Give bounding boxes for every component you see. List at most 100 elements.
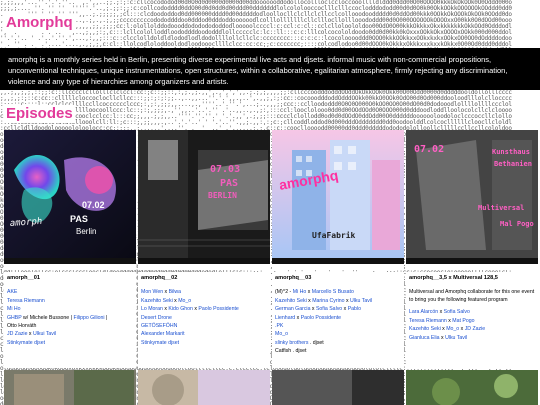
lineup-row: JD Zazie x Ulkui Tavil xyxy=(7,330,133,338)
artist-link[interactable]: Mo_o xyxy=(275,331,288,337)
episode-02-title[interactable]: amorphq__02 xyxy=(141,274,267,282)
artist-link[interactable]: Stinkymate djset xyxy=(141,340,179,346)
artist-link[interactable]: slinky brothers xyxy=(275,340,308,346)
lineup-row: Kazehito Seki x Marina Cyrino x Ulku Tav… xyxy=(275,297,401,305)
artist-link[interactable]: Mo_o xyxy=(446,326,459,332)
artist-link[interactable]: Alexander Markarit xyxy=(141,331,185,337)
episode-card-02[interactable]: 07.03 PAS BERLIN xyxy=(138,130,270,270)
artist-link[interactable]: Sofia Salvo xyxy=(316,306,342,312)
artist-link[interactable]: Filippo Gilioni xyxy=(73,315,104,321)
episode-07-artwork xyxy=(272,370,404,405)
artist-link[interactable]: Teresa Riemann xyxy=(7,298,45,304)
lineup-row: Teresa Riemann xyxy=(7,297,133,305)
artist-link[interactable]: Bilwa xyxy=(169,289,181,295)
episode-card-03[interactable]: amorphq UfaFabrik xyxy=(272,130,404,270)
episode-04-image[interactable]: 07.02 Kunsthaus Bethanien Multiversal Ma… xyxy=(406,130,538,258)
lineup-row: Desert Drone xyxy=(141,314,267,322)
ep1-date-text: 07.02 xyxy=(82,200,105,210)
artist-link[interactable]: Ulkui Tavil xyxy=(33,331,56,337)
ep1-city-text: Berlin xyxy=(76,227,96,236)
artist-link[interactable]: Paolo Possidente xyxy=(301,315,341,321)
episode-06-image[interactable] xyxy=(138,370,270,405)
artist-link[interactable]: Mon Wen xyxy=(141,289,163,295)
artist-link[interactable]: Kazehito Seki xyxy=(275,298,307,304)
artist-link[interactable]: Desert Drone xyxy=(141,315,172,321)
lineup-row: Lo Moran x Kido Ghon x Paolo Possidente xyxy=(141,305,267,313)
episode-02-image[interactable]: 07.03 PAS BERLIN xyxy=(138,130,270,258)
lineup-row: Lara Alarcón x Sofia Salvo xyxy=(409,308,535,316)
lineup-text: Catfish . djset xyxy=(275,348,307,355)
artist-link[interactable]: Mi Ho xyxy=(7,306,21,312)
episode-01-title[interactable]: amorph__01 xyxy=(7,274,133,282)
lineup-row: Kazehito Seki x Mo_o x JD Zazie xyxy=(409,325,535,333)
lineup-row: GHBP w/ Michele Bussone | Filippo Gilion… xyxy=(7,314,133,322)
artist-link[interactable]: Lara Alarcón xyxy=(409,309,438,315)
episode-04-title[interactable]: amorphq__3,5 x Multiversal 128,5 xyxy=(409,274,535,282)
artist-link[interactable]: JD Zazie xyxy=(465,326,485,332)
lineup-row: slinky brothers . djset xyxy=(275,339,401,347)
ep4-venue-text: Kunsthaus xyxy=(492,148,530,156)
artist-link[interactable]: Mat Pogo xyxy=(452,318,474,324)
ep4-venue2-text: Bethanien xyxy=(494,160,532,168)
artist-link[interactable]: Ulku Tavil xyxy=(445,335,467,341)
artist-link[interactable]: Kazehito Seki xyxy=(409,326,441,332)
artist-link[interactable]: Ulku Tavil xyxy=(350,298,372,304)
episode-03-title[interactable]: amorphq__03 xyxy=(275,274,401,282)
episode-01-artwork: 07.02 PAS Berlin amorph xyxy=(4,130,136,258)
lineup-row: German Garcia x Sofia Salvo x Pablo xyxy=(275,305,401,313)
lineup-text: Otto Horváth xyxy=(7,323,37,330)
site-title[interactable]: Amorphq xyxy=(4,14,75,32)
episode-08-image[interactable] xyxy=(406,370,538,405)
artist-link[interactable]: Mo_o xyxy=(178,298,191,304)
ep2-venue-text: PAS xyxy=(220,178,238,189)
artist-link[interactable]: Lo Moran xyxy=(141,306,163,312)
episode-03-image[interactable]: amorphq UfaFabrik xyxy=(272,130,404,258)
lineup-row: Teresa Riemann x Mat Pogo xyxy=(409,317,535,325)
artist-link[interactable]: Pablo xyxy=(348,306,361,312)
ep1-venue-text: PAS xyxy=(70,214,88,224)
artist-link[interactable]: Lienhard xyxy=(275,315,295,321)
episode-card-04[interactable]: 07.02 Kunsthaus Bethanien Multiversal Ma… xyxy=(406,130,538,270)
artist-link[interactable]: Mi Ho xyxy=(293,289,307,295)
episode-01-image[interactable]: 07.02 PAS Berlin amorph xyxy=(4,130,136,258)
lineup-row: Mo_o xyxy=(275,330,401,338)
artist-link[interactable]: Kazehito Seki xyxy=(141,298,173,304)
lineup-text: | xyxy=(104,314,108,321)
artist-link[interactable]: Paolo Possidente xyxy=(198,306,238,312)
artist-link[interactable]: Gianluca Elia xyxy=(409,335,440,341)
artist-link[interactable]: German Garcia xyxy=(275,306,310,312)
episode-card-01[interactable]: 07.02 PAS Berlin amorph xyxy=(4,130,136,270)
episode-02-artwork: 07.03 PAS BERLIN xyxy=(138,130,270,258)
ep4-date-text: 07.02 xyxy=(414,144,444,155)
artist-link[interactable]: Marina Cyrino xyxy=(312,298,344,304)
artist-link[interactable]: JD Zazie xyxy=(7,331,27,337)
episode-05-image[interactable] xyxy=(4,370,136,405)
about-text: amorphq is a monthly series held in Berl… xyxy=(8,55,508,86)
artist-link[interactable]: GHBP xyxy=(7,315,22,321)
lineup-row: Lienhard x Paolo Possidente xyxy=(275,314,401,322)
ep4-collab-text: Multiversal xyxy=(478,204,524,212)
artist-link[interactable]: Kido Ghon xyxy=(168,306,193,312)
episode-04-description: Multiversal and Amorphq collaborate for … xyxy=(409,289,535,304)
lineup-row: AKE xyxy=(7,288,133,296)
lineup-text: w/ xyxy=(21,314,30,321)
episode-07-image[interactable] xyxy=(272,370,404,405)
episode-03-bar xyxy=(272,258,404,264)
artist-link[interactable]: Marcello S Busato xyxy=(312,289,354,295)
lineup-row: GETÖSEFÖHN xyxy=(141,322,267,330)
artist-link[interactable]: GETÖSEFÖHN xyxy=(141,323,177,329)
episode-05-artwork xyxy=(4,370,136,405)
artist-link[interactable]: Teresa Riemann xyxy=(409,318,447,324)
artist-link[interactable]: Stinkymate djset xyxy=(7,340,45,346)
episode-04-bar xyxy=(406,258,538,264)
artist-link[interactable]: .PK xyxy=(275,323,283,329)
ep2-date-text: 07.03 xyxy=(210,164,240,175)
lineup-row: (M)^2 - Mi Ho x Marcello S Busato xyxy=(275,288,401,296)
episode-02-lineup: amorphq__02 Mon Wen x Bilwa Kazehito Seki… xyxy=(138,272,270,368)
episode-08-artwork xyxy=(406,370,538,405)
artist-link[interactable]: AKE xyxy=(7,289,17,295)
episode-04-lineup: amorphq__3,5 x Multiversal 128,5 Multive… xyxy=(406,272,538,368)
lineup-row: Alexander Markarit xyxy=(141,330,267,338)
artist-link[interactable]: Sofia Salvo xyxy=(444,309,470,315)
episode-02-rows: Mon Wen x Bilwa Kazehito Seki x Mo_o Lo Mo… xyxy=(141,288,267,347)
